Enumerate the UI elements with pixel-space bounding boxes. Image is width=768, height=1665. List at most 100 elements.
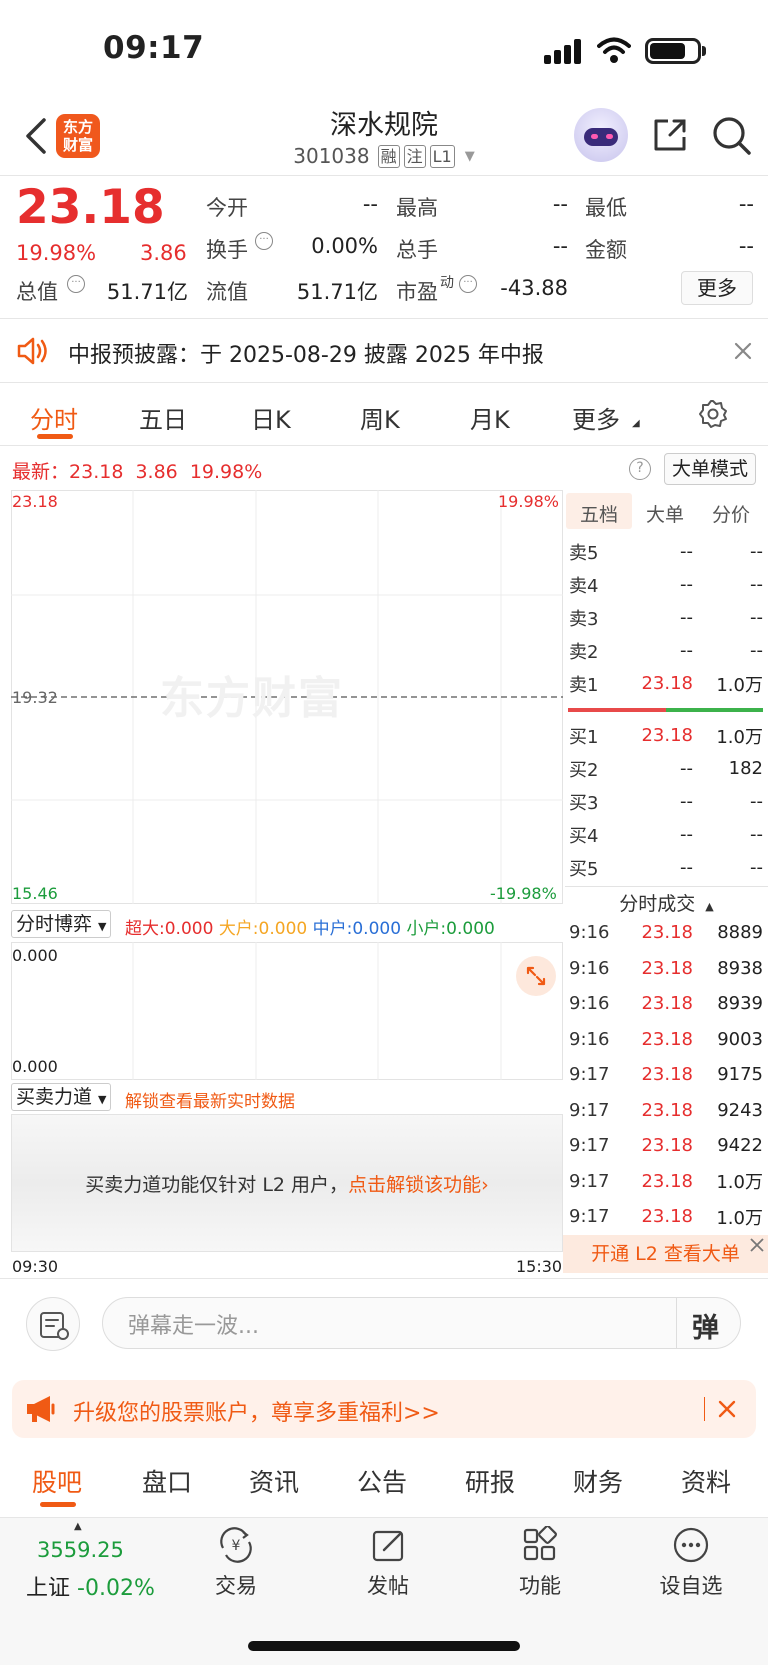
- corner-caret-icon: ◢: [632, 418, 640, 429]
- tab-profile[interactable]: 资料: [681, 1463, 731, 1499]
- search-icon[interactable]: [711, 115, 753, 157]
- help-icon[interactable]: ?: [629, 458, 651, 480]
- trade-icon[interactable]: ¥: [216, 1526, 256, 1564]
- trade-vol: 9243: [717, 1099, 763, 1121]
- ob-label: 买2: [569, 759, 599, 781]
- tab-more[interactable]: 更多: [572, 400, 620, 435]
- tab-monthly-k[interactable]: 月K: [470, 400, 510, 435]
- close-l2-banner-icon[interactable]: [749, 1237, 765, 1253]
- last-price: 23.18: [16, 180, 165, 235]
- expand-arrows: [526, 966, 546, 986]
- trade-vol: 1.0万: [716, 1207, 763, 1229]
- intraday-game-dropdown[interactable]: 分时博弈 ▼: [11, 910, 112, 938]
- tab-large-orders[interactable]: 大单: [646, 500, 684, 527]
- ob-vol: --: [750, 574, 763, 595]
- mid-label: 中户:: [312, 919, 353, 939]
- gear-icon[interactable]: [698, 399, 728, 429]
- ob-price: --: [680, 791, 693, 812]
- trade-time: 9:17: [569, 1206, 610, 1228]
- function-grid-icon[interactable]: [521, 1526, 559, 1564]
- game-axis-top: 0.000: [12, 946, 58, 965]
- ob-price: --: [680, 857, 693, 878]
- index-value[interactable]: 3559.25: [37, 1538, 124, 1562]
- l2-msg: 买卖力道功能仅针对 L2 用户，: [85, 1174, 349, 1196]
- index-name: 上证: [26, 1576, 71, 1601]
- tab-quote-panel[interactable]: 盘口: [142, 1463, 192, 1499]
- ratio-sell-segment: [665, 708, 763, 712]
- danmu-toggle-icon[interactable]: 弹: [692, 1306, 719, 1345]
- l2-banner-text: 开通 L2 查看大单: [591, 1243, 740, 1265]
- caret-up-icon: ▲: [705, 900, 714, 913]
- battery-icon: [645, 38, 701, 64]
- super-value: 0.000: [164, 919, 214, 939]
- comment-list-icon[interactable]: [26, 1297, 80, 1351]
- ob-label: 卖1: [569, 674, 599, 696]
- more-quote-button[interactable]: 更多: [681, 271, 753, 305]
- force-locked-message[interactable]: 买卖力道功能仅针对 L2 用户，点击解锁该功能›: [11, 1170, 563, 1197]
- force-dropdown[interactable]: 买卖力道 ▼: [11, 1083, 112, 1111]
- more-dots-icon[interactable]: [672, 1526, 710, 1564]
- trade-time: 9:16: [569, 922, 610, 944]
- share-icon[interactable]: [650, 115, 690, 155]
- tab-announcements[interactable]: 公告: [357, 1463, 407, 1499]
- tab-weekly-k[interactable]: 周K: [360, 400, 400, 435]
- tab-daily-k[interactable]: 日K: [251, 400, 291, 435]
- toolbar-function[interactable]: 功能: [490, 1570, 590, 1600]
- danmu-placeholder: 弹幕走一波...: [128, 1314, 259, 1339]
- latest-label: 最新：: [12, 461, 70, 483]
- post-icon[interactable]: [370, 1526, 408, 1564]
- trade-price: 23.18: [641, 1099, 693, 1121]
- tab-five-day[interactable]: 五日: [139, 400, 187, 435]
- divider: [0, 318, 768, 319]
- tab-intraday[interactable]: 分时: [30, 400, 78, 435]
- trade-vol: 1.0万: [716, 1172, 763, 1194]
- tag-registered: 注: [403, 144, 426, 168]
- unlock-link[interactable]: 点击解锁该功能: [348, 1174, 481, 1196]
- trades-header[interactable]: 分时成交 ▲: [565, 889, 768, 916]
- pct-bottom-label: -19.98%: [490, 884, 557, 903]
- small-value: 0.000: [446, 919, 495, 939]
- ob-price: --: [680, 640, 693, 661]
- tab-research[interactable]: 研报: [465, 1463, 515, 1499]
- trade-row: 9:16 23.18 9003: [569, 1022, 763, 1058]
- label-pe-sup: 动: [440, 275, 454, 291]
- forum-underline: [40, 1502, 76, 1507]
- ob-label: 买3: [569, 792, 599, 814]
- ob-price: 23.18: [641, 673, 693, 694]
- tab-forum[interactable]: 股吧: [32, 1463, 82, 1499]
- close-promo-icon[interactable]: [718, 1400, 736, 1418]
- trade-time: 9:16: [569, 957, 610, 979]
- info-icon[interactable]: ···: [255, 232, 273, 250]
- divider: [0, 382, 768, 383]
- tab-finance[interactable]: 财务: [573, 1463, 623, 1499]
- expand-icon[interactable]: [516, 956, 556, 996]
- info-icon[interactable]: ···: [67, 275, 85, 293]
- index-row[interactable]: 上证 -0.02%: [26, 1570, 155, 1602]
- tab-five-levels[interactable]: 五档: [580, 500, 618, 527]
- price-bottom-label: 15.46: [12, 884, 58, 903]
- value-open: --: [362, 192, 378, 216]
- tab-news[interactable]: 资讯: [249, 1463, 299, 1499]
- l2-banner[interactable]: 开通 L2 查看大单: [563, 1235, 768, 1273]
- close-notice-icon[interactable]: [734, 342, 752, 360]
- notice-text[interactable]: 中报预披露：于 2025-08-29 披露 2025 年中报: [68, 337, 544, 369]
- info-icon[interactable]: ···: [459, 275, 477, 293]
- trade-vol: 9003: [717, 1028, 763, 1050]
- tab-price-levels[interactable]: 分价: [712, 500, 750, 527]
- trade-price: 23.18: [641, 957, 693, 979]
- home-indicator: [248, 1641, 520, 1651]
- trade-time: 9:17: [569, 1064, 610, 1086]
- toolbar-post[interactable]: 发帖: [338, 1570, 438, 1600]
- toolbar-add-watchlist[interactable]: 设自选: [641, 1570, 741, 1600]
- large-order-mode-button[interactable]: 大单模式: [664, 453, 756, 485]
- value-total-cap: 51.71亿: [106, 280, 188, 304]
- svg-text:¥: ¥: [232, 1538, 241, 1554]
- ob-vol: --: [750, 607, 763, 628]
- value-low: --: [738, 192, 754, 216]
- toolbar-trade[interactable]: 交易: [186, 1570, 286, 1600]
- tag-level: L1: [429, 144, 455, 168]
- unlock-hint[interactable]: 解锁查看最新实时数据: [125, 1087, 295, 1112]
- value-amount: --: [738, 234, 754, 258]
- ob-label: 买4: [569, 825, 599, 847]
- promo-text[interactable]: 升级您的股票账户，尊享多重福利>>: [73, 1395, 440, 1427]
